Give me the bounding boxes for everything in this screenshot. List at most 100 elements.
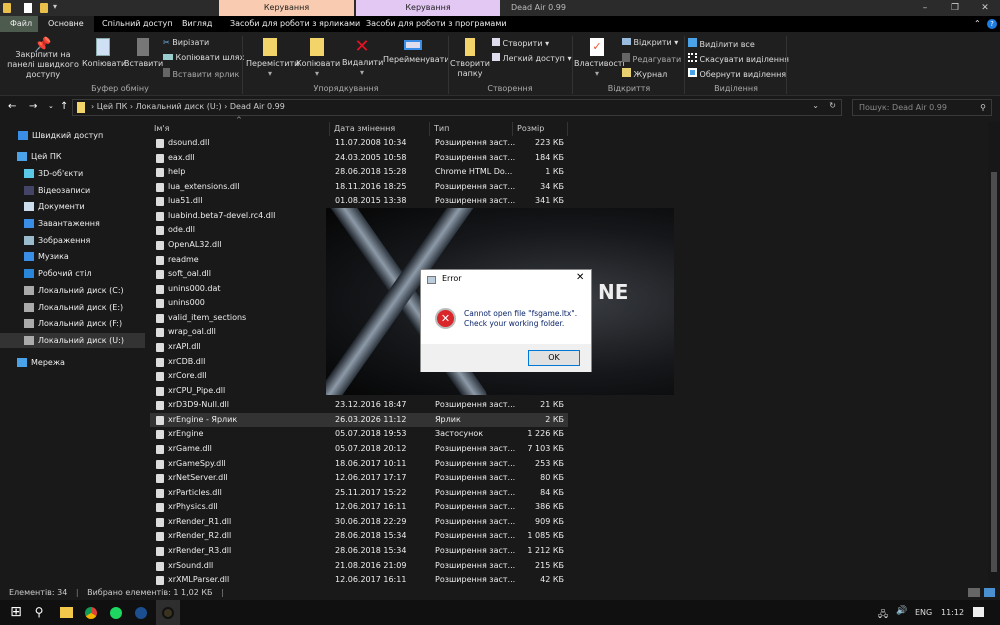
forward-button[interactable]: → xyxy=(29,101,37,112)
easy-access-button[interactable]: Легкий доступ ▾ xyxy=(492,53,571,64)
sidebar-item[interactable]: Локальний диск (E:) xyxy=(0,300,145,315)
network-icon[interactable]: 🖧 xyxy=(878,607,888,623)
select-none-button[interactable]: Скасувати виділення xyxy=(688,53,789,65)
pin-quick-access-button[interactable]: 📌 Закріпити на панелі швидкого доступу xyxy=(4,38,82,80)
column-size[interactable]: Розмір xyxy=(513,122,568,136)
back-button[interactable]: ← xyxy=(8,101,16,112)
sidebar-item[interactable]: Зображення xyxy=(0,233,145,248)
volume-icon[interactable]: 🔊 xyxy=(896,606,907,616)
ok-button[interactable]: OK xyxy=(528,350,580,366)
chrome-taskbar-button[interactable] xyxy=(79,600,103,625)
paste-button[interactable]: Вставити xyxy=(124,38,163,69)
steam-taskbar-button[interactable] xyxy=(129,600,153,625)
explorer-taskbar-button[interactable] xyxy=(54,600,78,625)
dialog-close-button[interactable]: ✕ xyxy=(576,272,584,283)
column-type[interactable]: Тип xyxy=(430,122,513,136)
tab-file[interactable]: Файл xyxy=(0,16,43,32)
sidebar-item[interactable]: Локальний диск (F:) xyxy=(0,316,145,331)
file-row[interactable]: lua_extensions.dll 18.11.2016 18:25 Розшир… xyxy=(150,180,568,195)
paste-shortcut-button[interactable]: Вставити ярлик xyxy=(163,68,239,80)
quick-access-dropdown-icon[interactable]: ▾ xyxy=(53,2,57,11)
minimize-button[interactable]: – xyxy=(910,0,940,16)
tab-share[interactable]: Спільний доступ xyxy=(92,16,183,32)
file-row[interactable]: xrNetServer.dll 12.06.2017 17:17 Розширенн… xyxy=(150,471,568,486)
column-name[interactable]: Ім'я xyxy=(150,122,330,136)
search-input[interactable]: Пошук: Dead Air 0.99 ⚲ xyxy=(852,99,992,116)
file-row[interactable]: eax.dll 24.03.2005 10:58 Розширення заст..… xyxy=(150,151,568,166)
start-button[interactable]: ⊞ xyxy=(4,600,28,625)
sidebar-item[interactable]: Відеозаписи xyxy=(0,183,145,198)
delete-button[interactable]: ✕ Видалити ▾ xyxy=(342,36,383,78)
new-folder-button[interactable]: Створити папку xyxy=(450,38,490,79)
sidebar-item[interactable]: Локальний диск (C:) xyxy=(0,283,145,298)
sidebar-item[interactable]: Завантаження xyxy=(0,216,145,231)
file-row[interactable]: xrParticles.dll 25.11.2017 15:22 Розширенн… xyxy=(150,486,568,501)
new-item-button[interactable]: Створити ▾ xyxy=(492,38,549,49)
address-bar[interactable]: › Цей ПК › Локальний диск (U:) › Dead Ai… xyxy=(72,99,842,116)
file-row[interactable]: help 28.06.2018 15:28 Chrome HTML Do... 1 К… xyxy=(150,165,568,180)
file-row[interactable]: xrRender_R1.dll 30.06.2018 22:29 Розширенн… xyxy=(150,515,568,530)
scrollbar-thumb[interactable] xyxy=(991,172,997,572)
sidebar-item[interactable]: 3D-об'єкти xyxy=(0,166,145,181)
history-button[interactable]: Журнал xyxy=(622,68,667,80)
breadcrumb-dead-air[interactable]: Dead Air 0.99 xyxy=(230,102,285,111)
file-row[interactable]: dsound.dll 11.07.2008 10:34 Розширення зас… xyxy=(150,136,568,151)
copy-to-button[interactable]: Копіювати ▾ xyxy=(296,38,340,79)
maximize-button[interactable]: ❐ xyxy=(940,0,970,16)
notifications-icon[interactable] xyxy=(973,607,984,617)
vertical-scrollbar[interactable] xyxy=(988,122,1000,585)
sidebar-item[interactable]: Робочий стіл xyxy=(0,266,145,281)
properties-button[interactable]: ✓ Властивості ▾ xyxy=(574,38,625,79)
context-tab-app-manage[interactable]: Керування xyxy=(356,0,500,16)
help-icon[interactable]: ? xyxy=(987,19,997,29)
rename-button[interactable]: Перейменувати xyxy=(383,38,450,65)
copy-path-button[interactable]: Копіювати шлях xyxy=(163,53,244,63)
sidebar-item[interactable]: Цей ПК xyxy=(0,149,145,164)
file-row[interactable]: xrRender_R2.dll 28.06.2018 15:34 Розширенн… xyxy=(150,529,568,544)
select-all-button[interactable]: Виділити все xyxy=(688,38,755,50)
tab-home[interactable]: Основне xyxy=(38,16,94,32)
file-row[interactable]: xrD3D9-Null.dll 23.12.2016 18:47 Розширенн… xyxy=(150,398,568,413)
sidebar-item[interactable]: Локальний диск (U:) xyxy=(0,333,145,348)
refresh-icon[interactable]: ↻ xyxy=(829,101,836,110)
tab-shortcut-tools[interactable]: Засоби для роботи з ярликами xyxy=(220,16,370,32)
copy-button[interactable]: Копіювати xyxy=(82,38,126,69)
sidebar-item[interactable]: Документи xyxy=(0,199,145,214)
language-indicator[interactable]: ENG xyxy=(915,608,932,617)
sidebar-item[interactable]: Швидкий доступ xyxy=(0,128,145,143)
file-row[interactable]: xrRender_R3.dll 28.06.2018 15:34 Розширенн… xyxy=(150,544,568,559)
file-row[interactable]: xrSound.dll 21.08.2016 21:09 Розширення за… xyxy=(150,559,568,574)
tab-app-tools[interactable]: Засоби для роботи з програмами xyxy=(356,16,517,32)
properties-quick-icon[interactable] xyxy=(24,3,32,13)
move-to-button[interactable]: Перемістити ▾ xyxy=(246,38,299,79)
up-button[interactable]: ↑ xyxy=(60,101,68,112)
file-row[interactable]: xrGameSpy.dll 18.06.2017 10:11 Розширення … xyxy=(150,457,568,472)
search-taskbar-button[interactable]: ⚲ xyxy=(27,600,51,625)
file-row[interactable]: xrEngine 05.07.2018 19:53 Застосунок 1 226 … xyxy=(150,427,568,442)
edit-button[interactable]: Редагувати xyxy=(622,53,681,65)
game-taskbar-button[interactable] xyxy=(156,600,180,625)
file-row[interactable]: xrGame.dll 05.07.2018 20:12 Розширення зас… xyxy=(150,442,568,457)
file-row[interactable]: lua51.dll 01.08.2015 13:38 Розширення заст… xyxy=(150,194,568,209)
column-date[interactable]: Дата змінення xyxy=(330,122,430,136)
file-row[interactable]: xrEngine - Ярлик 26.03.2026 11:12 Ярлик 2 К… xyxy=(150,412,568,428)
open-button[interactable]: Відкрити ▾ xyxy=(622,38,678,48)
sidebar-item[interactable]: Мережа xyxy=(0,355,145,370)
spotify-taskbar-button[interactable] xyxy=(104,600,128,625)
breadcrumb-drive-u[interactable]: Локальний диск (U:) xyxy=(136,102,222,111)
tab-view[interactable]: Вигляд xyxy=(172,16,222,32)
breadcrumb-this-pc[interactable]: Цей ПК xyxy=(97,102,128,111)
recent-locations-button[interactable]: ⌄ xyxy=(48,102,54,110)
large-icons-view-button[interactable] xyxy=(984,588,995,597)
new-folder-quick-icon[interactable] xyxy=(40,3,48,13)
file-row[interactable]: xrPhysics.dll 12.06.2017 16:11 Розширення … xyxy=(150,500,568,515)
invert-selection-button[interactable]: Обернути виділення xyxy=(688,68,786,80)
collapse-ribbon-icon[interactable]: ⌃ xyxy=(974,19,981,28)
context-tab-shortcut-manage[interactable]: Керування xyxy=(219,0,354,16)
cut-button[interactable]: ✂ Вирізати xyxy=(163,38,209,48)
sidebar-item[interactable]: Музика xyxy=(0,249,145,264)
close-button[interactable]: ✕ xyxy=(970,0,1000,16)
address-dropdown-icon[interactable]: ⌄ xyxy=(812,101,819,110)
details-view-button[interactable] xyxy=(968,588,980,597)
clock[interactable]: 11:12 xyxy=(941,608,964,617)
